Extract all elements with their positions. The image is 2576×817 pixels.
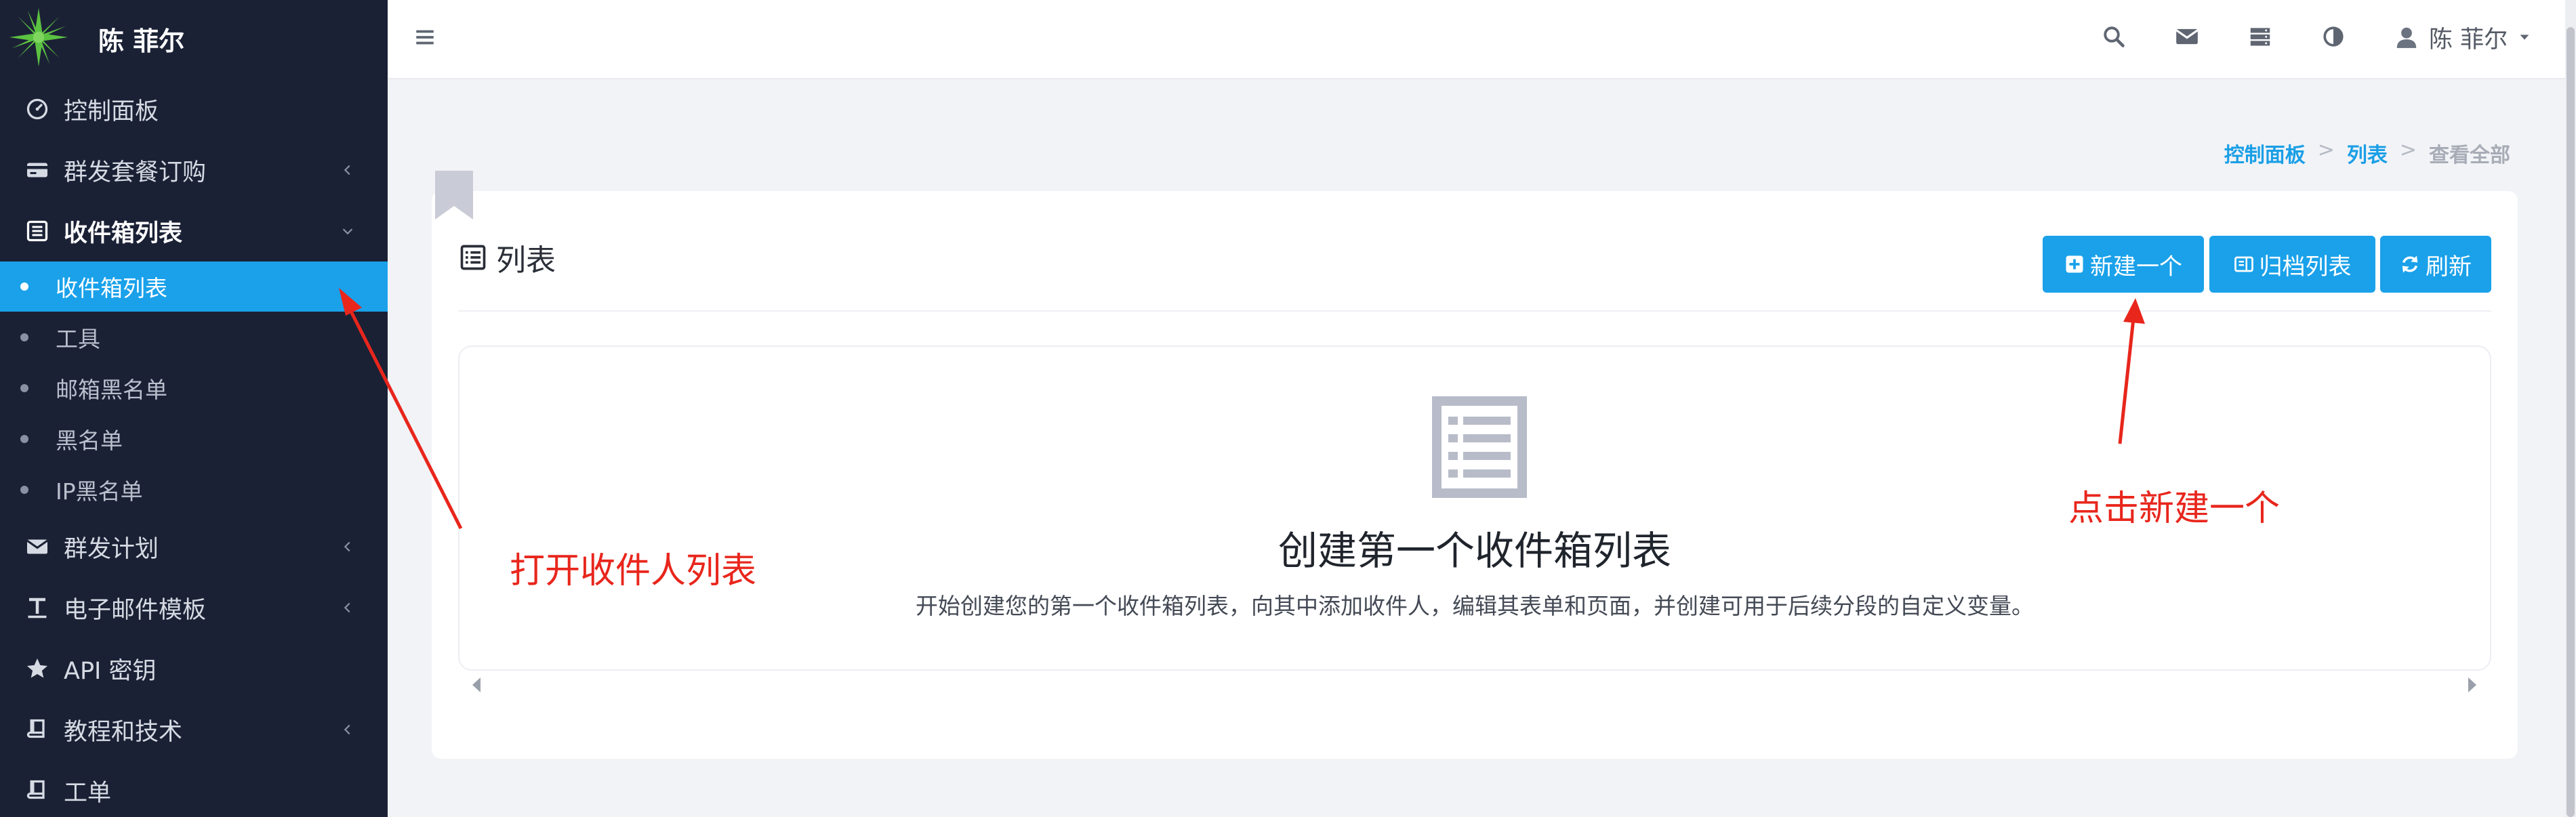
refresh-button-label: 刷新 [2426,253,2472,280]
bullet-icon [20,434,28,443]
archive-icon [2234,256,2253,272]
brand[interactable]: 陈 菲尔 [0,0,388,75]
hamburger-menu-icon[interactable] [413,26,436,49]
book-icon [24,778,50,803]
vertical-scrollbar-thumb[interactable] [2567,27,2575,817]
text-format-icon [24,595,50,621]
sidebar-subitem-ip-blacklist[interactable]: IP黑名单 [0,464,388,515]
breadcrumb: 控制面板 > 列表 > 查看全部 [2224,138,2510,168]
server-icon[interactable] [2247,23,2274,50]
sidebar-item-label: API 密钥 [64,657,157,685]
sidebar-item-tutorials[interactable]: 教程和技术 [0,699,388,760]
sidebar-item-tickets[interactable]: 工单 [0,760,388,817]
sidebar-subitem-email-blacklist[interactable]: 邮箱黑名单 [0,362,388,413]
book-icon [24,717,50,742]
refresh-button[interactable]: 刷新 [2380,236,2491,293]
chevron-left-icon [344,602,350,613]
sidebar-subitem-label: 邮箱黑名单 [56,376,167,403]
bullet-icon [20,383,28,392]
sidebar-item-api-keys[interactable]: API 密钥 [0,638,388,699]
sidebar-item-label: 工单 [64,779,112,807]
sidebar-item-inbox-lists[interactable]: 收件箱列表 [0,201,388,261]
new-list-button[interactable]: 新建一个 [2043,236,2204,293]
sidebar-subitem-blacklist[interactable]: 黑名单 [0,413,388,464]
sidebar-item-label: 控制面板 [64,98,159,125]
envelope-icon [24,534,50,560]
sidebar-item-label: 群发计划 [64,535,159,563]
sidebar-subitem-label: 工具 [56,325,100,352]
green-star-logo-icon [9,7,68,67]
sidebar-item-subscription[interactable]: 群发套餐订购 [0,140,388,201]
contrast-icon[interactable] [2320,23,2347,50]
bullet-icon [20,485,28,494]
list-icon [24,218,50,244]
empty-list-icon [1432,396,1527,498]
card-divider [458,310,2491,312]
chevron-down-icon [342,228,353,235]
sidebar-item-email-templates[interactable]: 电子邮件模板 [0,577,388,638]
bullet-icon [20,333,28,341]
archive-list-button-label: 归档列表 [2259,253,2352,280]
sidebar: 陈 菲尔 控制面板 群发套餐订购 收件箱列表 收件箱列表 工具 邮箱黑名单 黑名… [0,0,388,817]
sidebar-item-label: 教程和技术 [64,718,183,746]
annotation-open-list: 打开收件人列表 [510,551,757,591]
chevron-left-icon [344,724,350,735]
app-window: 陈 菲尔 控制面板 群发套餐订购 收件箱列表 收件箱列表 工具 邮箱黑名单 黑名… [0,0,2576,817]
bookmark-icon [435,171,473,219]
chevron-left-icon [344,541,350,552]
breadcrumb-current: 查看全部 [2429,144,2510,167]
breadcrumb-dashboard[interactable]: 控制面板 [2224,138,2306,168]
sidebar-subitem-tools[interactable]: 工具 [0,312,388,362]
brand-name: 陈 菲尔 [98,26,185,56]
user-icon [2396,27,2417,48]
plus-square-icon [2066,255,2083,273]
sidebar-item-label: 收件箱列表 [64,219,183,247]
annotation-click-new: 点击新建一个 [2068,488,2281,529]
envelope-icon[interactable] [2173,23,2201,50]
search-icon[interactable] [2100,23,2127,50]
user-menu[interactable]: 陈 菲尔 [2394,19,2532,56]
star-icon [24,656,50,682]
scroll-right-arrow-icon[interactable] [2466,676,2478,694]
archive-list-button[interactable]: 归档列表 [2209,236,2375,293]
chevron-left-icon [344,165,350,175]
list-alt-icon [460,245,486,270]
sidebar-subitem-label: 收件箱列表 [56,275,167,301]
credit-card-icon [24,157,50,183]
bullet-icon [20,282,28,291]
sidebar-item-label: 群发套餐订购 [64,159,207,186]
sidebar-item-label: 电子邮件模板 [64,596,207,624]
sidebar-item-dashboard[interactable]: 控制面板 [0,79,388,140]
top-header: 陈 菲尔 [388,0,2576,78]
dashboard-icon [24,96,50,122]
refresh-icon [2402,255,2418,273]
empty-state-description: 开始创建您的第一个收件箱列表，向其中添加收件人，编辑其表单和页面，并创建可用于后… [916,593,2034,619]
empty-state-title: 创建第一个收件箱列表 [1277,528,1671,574]
sidebar-subitem-label: IP黑名单 [56,478,143,505]
caret-down-icon [2520,35,2529,40]
card-title: 列表 [458,236,556,279]
breadcrumb-separator: > [2399,138,2417,162]
new-list-button-label: 新建一个 [2090,253,2182,280]
sidebar-subitem-label: 黑名单 [56,427,123,454]
breadcrumb-separator: > [2317,138,2335,162]
sidebar-subitem-inbox-lists[interactable]: 收件箱列表 [0,261,388,312]
user-name: 陈 菲尔 [2429,26,2508,54]
scroll-left-arrow-icon[interactable] [471,676,483,694]
card-title-text: 列表 [496,243,556,278]
breadcrumb-list[interactable]: 列表 [2347,138,2388,168]
sidebar-item-campaigns[interactable]: 群发计划 [0,516,388,577]
